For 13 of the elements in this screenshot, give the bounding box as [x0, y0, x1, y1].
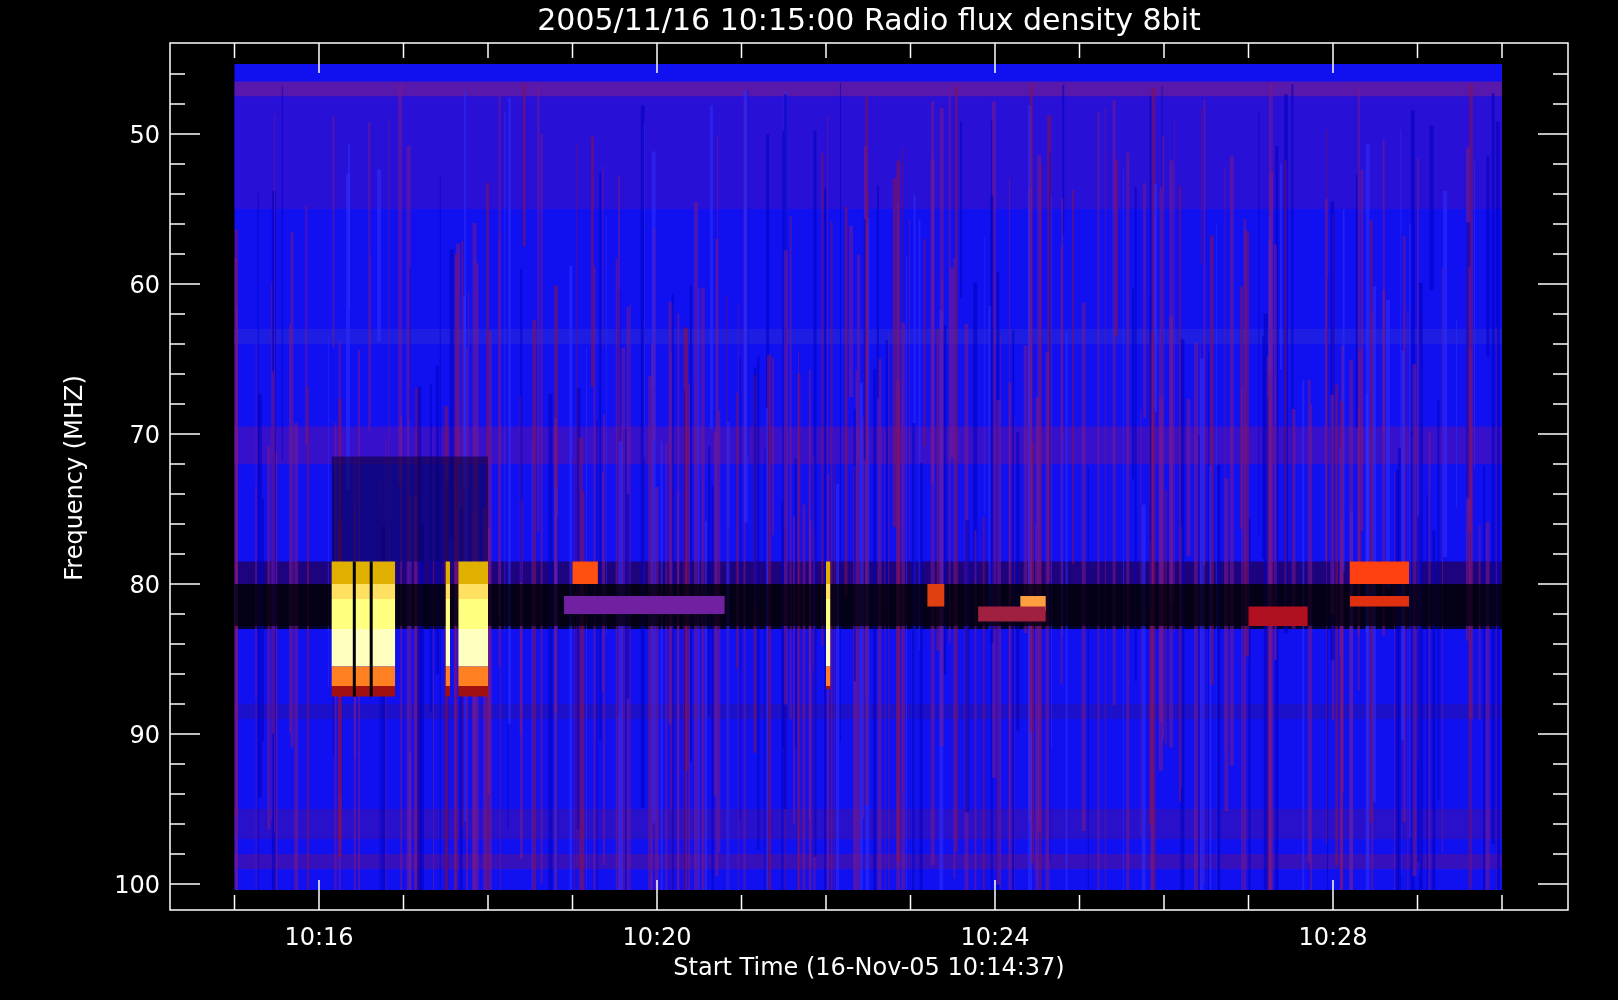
y-tick-label: 80 [129, 571, 160, 599]
y-tick-label: 90 [129, 721, 160, 749]
x-tick-label: 10:16 [284, 923, 354, 951]
x-tick-label: 10:24 [960, 923, 1030, 951]
y-axis-label: Frequency (MHZ) [60, 375, 88, 581]
chart-title: 2005/11/16 10:15:00 Radio flux density 8bit [537, 2, 1201, 37]
x-axis-label: Start Time (16-Nov-05 10:14:37) [673, 953, 1065, 981]
y-tick-label: 70 [129, 421, 160, 449]
y-tick-label: 50 [129, 121, 160, 149]
x-tick-label: 10:28 [1298, 923, 1368, 951]
y-tick-label: 100 [114, 871, 160, 899]
y-tick-label: 60 [129, 271, 160, 299]
x-tick-label: 10:20 [622, 923, 692, 951]
